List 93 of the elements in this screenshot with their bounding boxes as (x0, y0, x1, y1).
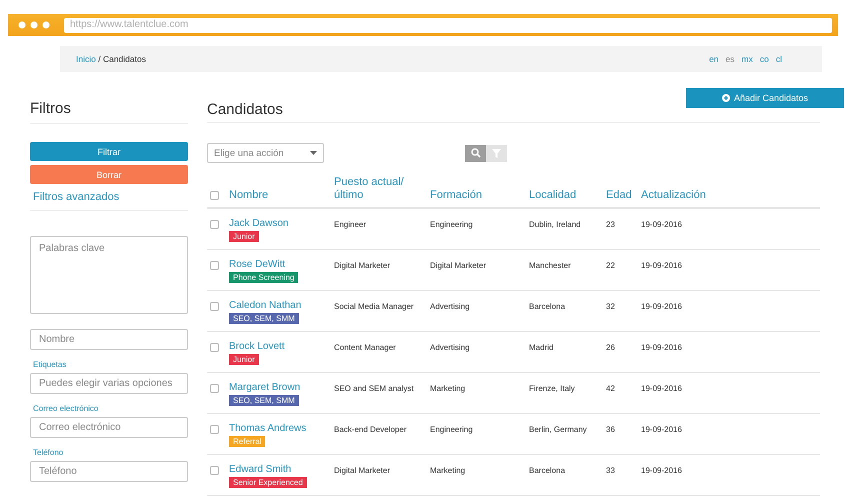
language-link[interactable]: en (709, 54, 719, 64)
table-cell-text: Firenze, Italy (529, 383, 576, 394)
table-cell-text: Back-end Developer (334, 424, 408, 436)
table-cell-text: Berlin, Germany (529, 424, 588, 436)
select-all-checkbox[interactable] (210, 191, 219, 200)
language-link[interactable]: es (726, 54, 735, 64)
input-field[interactable]: Teléfono (30, 461, 188, 482)
table-cell-text: Digital Marketer (334, 465, 392, 476)
table-cell-text: 19-09-2016 (641, 219, 683, 230)
table-cell-text: Social Media Manager (334, 301, 415, 312)
add-candidates-button[interactable]: Añadir Candidatos (686, 88, 844, 108)
search-icon (470, 148, 480, 158)
breadcrumb-current: / Candidatos (98, 54, 146, 64)
column-header[interactable]: Formación (430, 188, 529, 202)
table-cell-text: Engineer (334, 219, 368, 230)
table-cell-text: 19-09-2016 (641, 424, 683, 436)
table-cell-text: Engineering (430, 424, 474, 436)
candidate-tag: Phone Screening (229, 272, 298, 283)
search-button[interactable] (465, 144, 486, 162)
table-cell-text: Barcelona (529, 465, 566, 476)
table-cell-text: 23 (606, 219, 616, 230)
candidate-tag: Junior (229, 231, 259, 242)
candidate-tag: Junior (229, 354, 259, 365)
breadcrumb-link[interactable]: Inicio (76, 54, 96, 64)
candidate-tag: SEO, SEM, SMM (229, 395, 299, 406)
table-cell-text: 19-09-2016 (641, 465, 683, 476)
language-link[interactable]: cl (776, 54, 782, 64)
table-cell-text: Engineering (430, 219, 474, 230)
caret-icon (310, 151, 317, 155)
input-field[interactable]: Nombre (30, 329, 188, 350)
filter-toggle-button[interactable] (486, 144, 507, 162)
row-checkbox[interactable] (210, 384, 219, 393)
table-cell-text: Digital Marketer (334, 260, 392, 272)
input-field[interactable]: Puedes elegir varias opciones (30, 373, 188, 394)
keywords-field[interactable]: Palabras clave (30, 236, 188, 314)
table-cell-text: Advertising (430, 342, 471, 354)
candidate-tag: SEO, SEM, SMM (229, 313, 299, 324)
candidate-name-link[interactable]: Margaret Brown (229, 382, 300, 393)
funnel-icon (492, 148, 501, 158)
advanced-filters-title: Filtros avanzados (30, 184, 188, 211)
candidate-name-link[interactable]: Caledon Nathan (229, 300, 302, 311)
table-cell-text: Content Manager (334, 342, 397, 354)
row-checkbox[interactable] (210, 302, 219, 311)
row-checkbox[interactable] (210, 343, 219, 352)
table-cell-text: Marketing (430, 465, 466, 476)
candidate-tag: Senior Experienced (229, 477, 307, 488)
row-checkbox[interactable] (210, 466, 219, 475)
table-cell-text: Barcelona (529, 301, 566, 312)
table-cell-text: Digital Marketer (430, 260, 488, 272)
filter-button[interactable]: Filtrar (30, 142, 188, 161)
field-label: Correo electrónico (33, 404, 100, 413)
table-cell-text: 19-09-2016 (641, 383, 683, 394)
filters-title: Filtros (30, 88, 188, 124)
candidate-name-link[interactable]: Edward Smith (229, 464, 292, 475)
field-label: Teléfono (33, 448, 64, 457)
candidate-name-link[interactable]: Rose DeWitt (229, 259, 286, 270)
table-cell-text: 22 (606, 260, 616, 272)
language-link[interactable]: mx (742, 54, 753, 64)
window-dots-icon (18, 21, 52, 29)
candidate-tag: Referral (229, 436, 266, 447)
table-cell-text: 32 (606, 301, 616, 312)
table-cell-text: SEO and SEM analyst (334, 383, 415, 394)
table-cell-text: Madrid (529, 342, 554, 354)
plus-circle-icon (722, 94, 730, 102)
clear-button[interactable]: Borrar (30, 165, 188, 184)
column-header[interactable]: Edad (606, 188, 641, 202)
candidate-name-link[interactable]: Jack Dawson (229, 218, 288, 229)
column-header[interactable]: Nombre (229, 188, 334, 202)
column-header[interactable]: Actualización (641, 188, 820, 202)
table-cell-text: 19-09-2016 (641, 342, 683, 354)
row-checkbox[interactable] (210, 220, 219, 229)
language-link[interactable]: co (760, 54, 769, 64)
table-cell-text: Marketing (430, 383, 466, 394)
field-label: Etiquetas (33, 360, 68, 369)
table-cell-text: 19-09-2016 (641, 301, 683, 312)
table-cell-text: Dublin, Ireland (529, 219, 582, 230)
column-header[interactable]: Localidad (529, 188, 606, 202)
candidate-name-link[interactable]: Thomas Andrews (229, 423, 306, 434)
row-checkbox[interactable] (210, 425, 219, 434)
table-cell-text: Manchester (529, 260, 572, 272)
action-dropdown[interactable]: Elige una acción (207, 143, 324, 163)
table-cell-text: 26 (606, 342, 616, 354)
page-title: Candidatos (207, 101, 283, 118)
candidate-name-link[interactable]: Brock Lovett (229, 341, 285, 352)
table-cell-text: 42 (606, 383, 616, 394)
table-cell-text: 19-09-2016 (641, 260, 683, 272)
input-field[interactable]: Correo electrónico (30, 417, 188, 438)
column-header[interactable]: Puesto actual/ último (334, 176, 430, 202)
table-cell-text: 33 (606, 465, 616, 476)
table-cell-text: Advertising (430, 301, 471, 312)
url-field[interactable]: https://www.talentclue.com (64, 18, 832, 32)
table-cell-text: 36 (606, 424, 616, 436)
row-checkbox[interactable] (210, 261, 219, 270)
